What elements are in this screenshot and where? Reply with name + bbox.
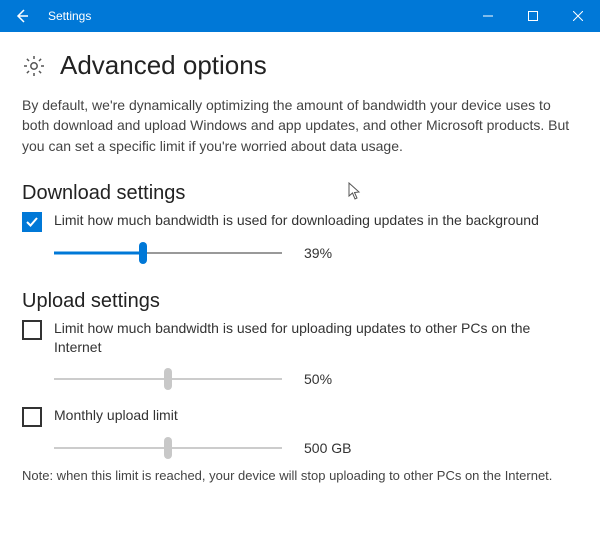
upload-limit-checkbox-row: Limit how much bandwidth is used for upl… — [22, 319, 578, 358]
upload-limit-label: Limit how much bandwidth is used for upl… — [54, 319, 564, 358]
download-limit-checkbox-row: Limit how much bandwidth is used for dow… — [22, 211, 578, 232]
slider-thumb-icon — [164, 368, 172, 390]
upload-section-title: Upload settings — [22, 290, 578, 313]
download-slider-row: 39% — [54, 242, 578, 264]
note-text: Note: when this limit is reached, your d… — [22, 467, 578, 485]
monthly-slider-row: 500 GB — [54, 437, 578, 459]
monthly-upload-slider[interactable] — [54, 437, 282, 459]
maximize-icon — [528, 11, 538, 21]
page-header: Advanced options — [22, 50, 578, 81]
monthly-limit-checkbox-row: Monthly upload limit — [22, 406, 578, 427]
upload-limit-checkbox[interactable] — [22, 320, 42, 340]
monthly-limit-checkbox[interactable] — [22, 407, 42, 427]
upload-slider-value: 50% — [304, 371, 332, 387]
monthly-limit-label: Monthly upload limit — [54, 406, 178, 426]
download-slider-value: 39% — [304, 245, 332, 261]
titlebar-title: Settings — [44, 9, 91, 23]
upload-slider-row: 50% — [54, 368, 578, 390]
close-button[interactable] — [555, 0, 600, 32]
page-title: Advanced options — [60, 50, 267, 81]
content-area: Advanced options By default, we're dynam… — [0, 32, 600, 493]
slider-thumb-icon — [139, 242, 147, 264]
download-section-title: Download settings — [22, 182, 578, 205]
titlebar: Settings — [0, 0, 600, 32]
maximize-button[interactable] — [510, 0, 555, 32]
upload-bandwidth-slider[interactable] — [54, 368, 282, 390]
close-icon — [573, 11, 583, 21]
back-arrow-icon — [14, 8, 30, 24]
back-button[interactable] — [0, 0, 44, 32]
download-limit-label: Limit how much bandwidth is used for dow… — [54, 211, 539, 231]
gear-icon — [22, 54, 46, 78]
slider-thumb-icon — [164, 437, 172, 459]
minimize-button[interactable] — [465, 0, 510, 32]
minimize-icon — [483, 11, 493, 21]
download-bandwidth-slider[interactable] — [54, 242, 282, 264]
monthly-slider-value: 500 GB — [304, 440, 351, 456]
download-limit-checkbox[interactable] — [22, 212, 42, 232]
intro-text: By default, we're dynamically optimizing… — [22, 95, 578, 156]
